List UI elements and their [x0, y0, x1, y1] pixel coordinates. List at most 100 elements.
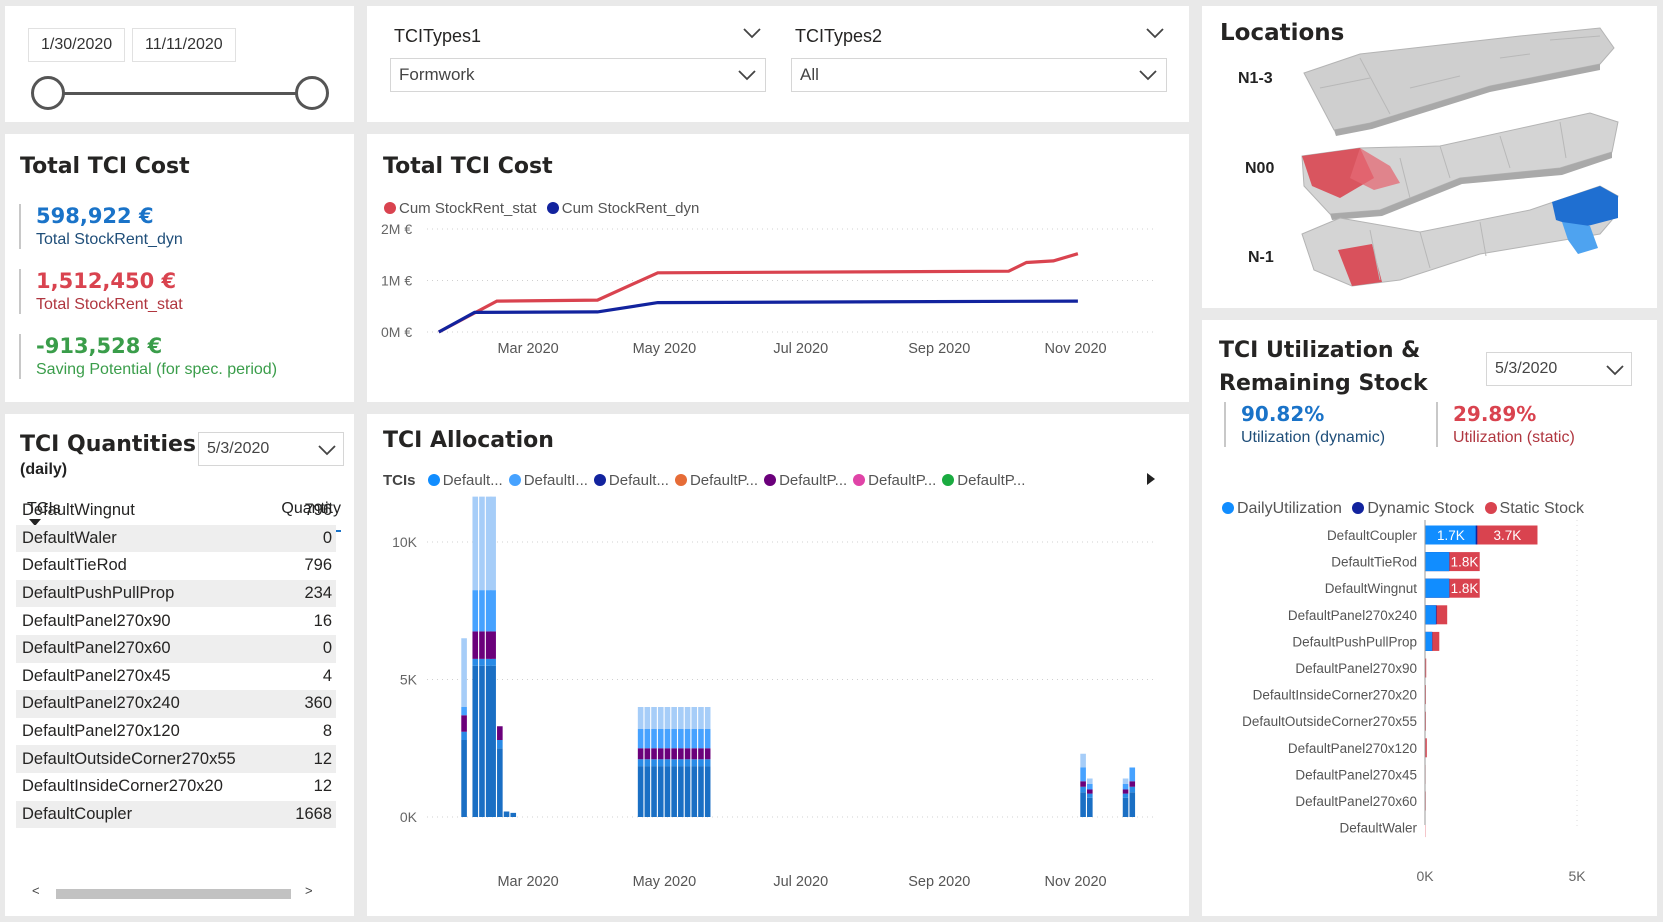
table-row[interactable]: DefaultPanel270x60 0	[16, 634, 336, 663]
utilization-card: TCI Utilization & Remaining Stock 5/3/20…	[1202, 320, 1657, 916]
bar-segment	[664, 766, 671, 817]
tcitypes2-collapse-chevron-icon[interactable]	[1145, 26, 1165, 40]
bar-segment	[461, 715, 467, 732]
range-start-handle[interactable]	[31, 76, 65, 110]
table-row[interactable]: DefaultOutsideCorner270x55 12	[16, 745, 336, 773]
date-slicer-card: 1/30/2020 11/11/2020	[5, 6, 354, 122]
series-line-dyn	[438, 299, 1078, 334]
kpi-dyn-label: Total StockRent_dyn	[36, 231, 183, 248]
bar-segment	[497, 748, 503, 817]
bar-segment	[479, 658, 485, 666]
horizontal-scrollbar[interactable]: < >	[22, 883, 327, 901]
date-range-track[interactable]	[51, 92, 317, 95]
bar-segment	[678, 729, 684, 749]
bar-segment	[490, 631, 496, 659]
x-tick-label: Sep 2020	[908, 874, 970, 890]
kpi-stockrent-dyn: 598,922 € Total StockRent_dyn	[19, 204, 183, 249]
bar-segment	[644, 707, 651, 729]
bar-segment	[671, 729, 677, 749]
table-row[interactable]: DefaultPanel270x90 16	[16, 607, 336, 635]
bar-segment	[657, 748, 664, 760]
cost-line-chart[interactable]: 2M € 1M € 0M € Mar 2020 May 2020 Jul 2020 Sep …	[367, 134, 1189, 402]
bar-segment	[1087, 778, 1093, 784]
table-row[interactable]: DefaultInsideCorner270x20 12	[16, 773, 336, 801]
chevron-down-icon	[738, 70, 756, 81]
bar-segment	[479, 665, 485, 817]
tcitypes2-value: All	[800, 65, 819, 84]
bar-segment	[1080, 792, 1086, 817]
x-tick-label: Sep 2020	[908, 341, 970, 357]
quantity-cell: 0	[280, 634, 336, 663]
table-row[interactable]: DefaultWingnut 796	[16, 497, 336, 525]
total-cost-kpi-card: Total TCI Cost 598,922 € Total StockRent…	[5, 134, 354, 402]
level-label-n-1: N-1	[1248, 249, 1274, 266]
scroll-right-icon[interactable]: >	[305, 883, 313, 898]
x-tick-label: Mar 2020	[497, 341, 558, 357]
bar-segment	[479, 590, 485, 632]
bar-segment	[1080, 786, 1086, 793]
bar-segment	[664, 729, 671, 749]
tci-name-cell: DefaultPanel270x240	[16, 690, 281, 718]
x-tick-label: Jul 2020	[773, 341, 828, 357]
daily-utilization-bar	[1425, 552, 1450, 572]
bar-segment	[657, 759, 664, 767]
bar-segment	[1087, 793, 1093, 798]
table-row[interactable]: DefaultTieRod 796	[16, 552, 336, 580]
bar-segment	[657, 729, 664, 749]
quantities-date-dropdown[interactable]: 5/3/2020	[198, 432, 344, 466]
series-line-stat	[438, 252, 1079, 334]
table-row[interactable]: DefaultWaler 0	[16, 524, 336, 553]
end-date-input[interactable]: 11/11/2020	[132, 28, 236, 62]
x-tick-label: Mar 2020	[497, 874, 558, 890]
bar-segment	[704, 759, 711, 767]
tcitypes1-dropdown[interactable]: Formwork	[390, 58, 766, 92]
bar-segment	[461, 638, 467, 707]
utilization-bar-chart[interactable]: DefaultCoupler 1.7K 3.7K DefaultTieRod 1.8K D…	[1202, 320, 1657, 916]
bar-segment	[637, 759, 644, 767]
bar-segment	[678, 707, 684, 729]
building-3d-model[interactable]	[1300, 18, 1630, 306]
bar-segment	[503, 811, 510, 817]
bar-segment	[691, 707, 698, 729]
kpi-stockrent-stat: 1,512,450 € Total StockRent_stat	[19, 269, 183, 314]
bar-segment	[664, 759, 671, 767]
bar-segment	[684, 729, 691, 749]
bar-segment	[490, 590, 496, 632]
table-row[interactable]: DefaultPanel270x120 8	[16, 718, 336, 746]
bar-segment	[1122, 789, 1129, 794]
table-row[interactable]: DefaultPushPullProp 234	[16, 579, 336, 608]
table-row[interactable]: DefaultCoupler 1668	[16, 800, 336, 829]
filters-card: TCITypes1 Formwork TCITypes2 All	[367, 6, 1189, 122]
x-tick-label: 0K	[1416, 868, 1434, 884]
bar-segment	[651, 729, 657, 749]
kpi-saving-value: -913,528 €	[36, 334, 163, 358]
bar-segment	[461, 731, 467, 740]
table-row[interactable]: DefaultPanel270x240 360	[16, 690, 336, 718]
start-date-input[interactable]: 1/30/2020	[28, 28, 126, 62]
kpi-dyn-value: 598,922 €	[36, 204, 154, 228]
bar-segment	[1129, 781, 1136, 787]
table-row[interactable]: DefaultPanel270x45 4	[16, 663, 336, 691]
scrollbar-thumb[interactable]	[56, 889, 291, 899]
category-label: DefaultPanel270x45	[1295, 767, 1417, 782]
bar-segment	[472, 590, 479, 632]
allocation-bar-chart[interactable]: 10K 5K 0K Mar 2020 May 2020 Jul 2020 Sep 2020 N…	[367, 414, 1189, 916]
scroll-left-icon[interactable]: <	[32, 883, 40, 898]
data-label-daily: 1.7K	[1437, 528, 1465, 543]
y-tick-label: 10K	[392, 534, 418, 550]
bar-segment	[490, 665, 496, 817]
bar-segment	[1122, 793, 1129, 798]
bar-segment	[704, 748, 711, 760]
bar-segment	[704, 729, 711, 749]
bar-segment	[1129, 786, 1136, 793]
bar-segment	[678, 748, 684, 760]
tcitypes1-label: TCITypes1	[394, 26, 482, 46]
range-end-handle[interactable]	[295, 76, 329, 110]
quantity-cell: 234	[280, 579, 336, 608]
tcitypes1-collapse-chevron-icon[interactable]	[742, 26, 762, 40]
quantity-cell: 12	[313, 777, 332, 796]
bar-segment	[657, 707, 664, 729]
bar-segment	[698, 748, 704, 760]
tcitypes2-dropdown[interactable]: All	[791, 58, 1167, 92]
category-label: DefaultPanel270x240	[1288, 608, 1417, 623]
